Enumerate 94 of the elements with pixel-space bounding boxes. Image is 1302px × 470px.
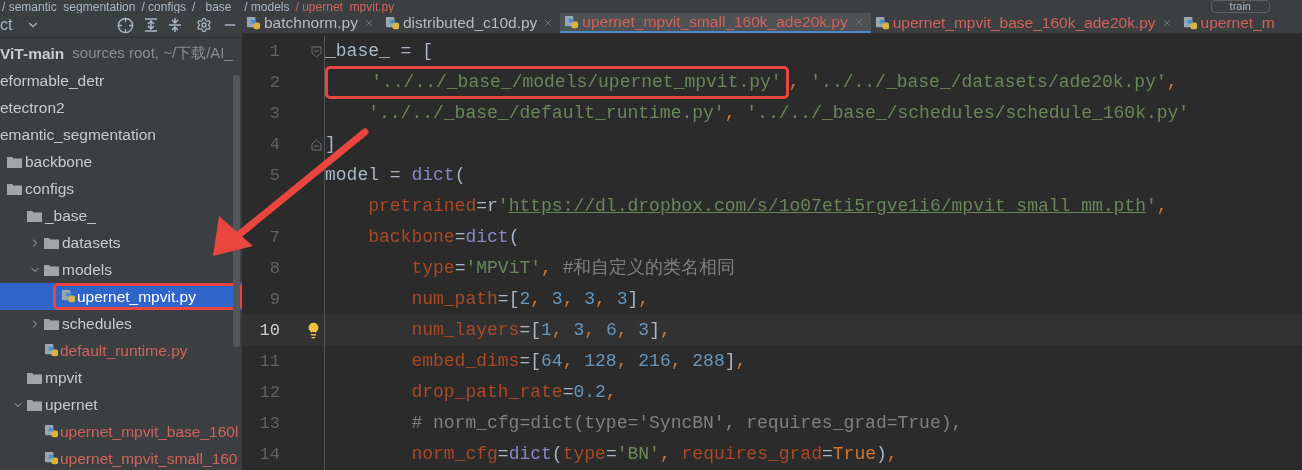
folder-tree-item[interactable]: _base_ [0, 202, 96, 229]
file-name: upernet_mpvit_base_160l [60, 421, 239, 442]
line-number: 14 [259, 445, 280, 464]
tab-label: upernet_m [1200, 13, 1275, 33]
breadcrumb-item[interactable]: / configs [141, 0, 187, 13]
code-line: _base_ = [ [325, 40, 434, 63]
code-line: '../../_base_/models/upernet_mpvit.py' [370, 71, 782, 94]
file-tree-item[interactable]: upernet_mpvit.py [0, 283, 242, 310]
python-file-icon [246, 15, 261, 31]
python-file-icon [44, 424, 59, 439]
line-number: 8 [269, 259, 280, 278]
file-tree-item[interactable]: default_runtime.py [0, 337, 188, 364]
code-line: '../../_base_/default_runtime.py', '../../_base_/schedules/schedule_160k.py' [367, 102, 1190, 125]
line-number: 10 [259, 321, 280, 340]
code-line: norm_cfg=dict(type='BN', requires_grad=True), [410, 443, 898, 466]
folder-icon [44, 317, 59, 330]
line-number: 9 [269, 290, 280, 309]
tab-label: batchnorm.py [264, 13, 358, 33]
folder-tree-item[interactable]: eformable_detr [0, 67, 105, 94]
expand-all-icon[interactable] [144, 17, 158, 33]
python-file-icon [874, 15, 890, 31]
folder-icon [27, 209, 42, 222]
line-number: 3 [269, 104, 280, 123]
line-number: 2 [269, 73, 280, 92]
breadcrumb-item[interactable]: / semantic_segmentation [2, 0, 136, 13]
file-tree-item[interactable]: upernet_mpvit_small_160 [0, 445, 238, 470]
folder-tree-item[interactable]: configs [0, 175, 75, 202]
python-file-icon [1182, 15, 1198, 31]
breadcrumb-item[interactable]: / upernet_mpvit.py [295, 0, 395, 13]
folder-tree-item[interactable]: etectron2 [0, 94, 65, 121]
python-file-icon [44, 451, 59, 466]
editor-tab[interactable]: batchnorm.py [242, 13, 381, 33]
code-line: # norm_cfg=dict(type='SyncBN', requires_grad=True), [410, 412, 963, 435]
code-line: type='MPViT', #和自定义的类名相同 [410, 257, 736, 280]
folder-tree-item[interactable]: ViT-main sources root, ~/下载/AI_ [0, 40, 233, 67]
folder-tree-item[interactable]: schedules [0, 310, 132, 337]
folder-tree-item[interactable]: mpvit [0, 364, 83, 391]
line-number: 12 [259, 383, 280, 402]
folder-name: _base_ [45, 205, 96, 226]
code-line: , '../../_base_/datasets/ade20k.py', [788, 71, 1178, 94]
folder-icon [44, 236, 59, 249]
panel-title[interactable]: ct [0, 13, 13, 37]
python-file-icon [61, 289, 76, 304]
code-line: embed_dims=[64, 128, 216, 288], [410, 350, 747, 373]
scrollbar-thumb[interactable] [233, 75, 240, 347]
locate-icon[interactable] [117, 16, 134, 34]
code-line: num_path=[2, 3, 3, 3], [410, 288, 650, 311]
line-number: 5 [269, 166, 280, 185]
folder-tree-item[interactable]: upernet [0, 391, 98, 418]
fold-start-icon[interactable] [311, 45, 322, 58]
python-file-icon [384, 15, 400, 31]
line-number: 11 [259, 352, 280, 371]
file-name: upernet_mpvit_small_160 [60, 448, 238, 469]
breadcrumb-item[interactable]: / models [244, 0, 290, 13]
file-tree-item[interactable]: upernet_mpvit_base_160l [0, 418, 239, 445]
editor-tab[interactable]: upernet_m [1178, 13, 1281, 33]
code-line: num_layers=[1, 3, 6, 3], [410, 319, 671, 342]
folder-tree-item[interactable]: datasets [0, 229, 121, 256]
python-file-icon [564, 14, 580, 30]
code-line: model = dict( [325, 164, 466, 187]
folder-tree-item[interactable]: emantic_segmentation [0, 121, 156, 148]
folder-tree-item[interactable]: models [0, 256, 112, 283]
fold-end-icon[interactable] [311, 138, 322, 151]
folder-name: datasets [62, 232, 121, 253]
python-file-icon [44, 343, 59, 358]
file-name: default_runtime.py [60, 340, 188, 361]
code-line: backbone=dict( [367, 226, 520, 249]
folder-icon [44, 263, 59, 276]
folder-name: mpvit [45, 367, 83, 388]
line-number: 7 [269, 228, 280, 247]
editor-tab[interactable]: distributed_c10d.py [380, 13, 561, 33]
folder-icon [27, 371, 42, 384]
folder-name: backbone [25, 151, 93, 172]
folder-name: models [62, 259, 112, 280]
line-number: 1 [269, 42, 280, 61]
tab-label: distributed_c10d.py [402, 13, 538, 33]
folder-name: upernet [45, 394, 98, 415]
collapse-all-icon[interactable] [168, 17, 182, 33]
folder-name: configs [25, 178, 75, 199]
folder-name: ViT-main [0, 43, 65, 64]
folder-icon [7, 155, 22, 168]
folder-name: schedules [62, 313, 132, 334]
folder-icon [27, 398, 42, 411]
line-number: 4 [269, 135, 280, 154]
code-line: ] [325, 133, 336, 156]
settings-icon[interactable] [196, 17, 212, 33]
folder-icon [7, 182, 22, 195]
tree-note: sources root, ~/下载/AI_ [72, 43, 233, 64]
breadcrumb-item[interactable]: / _base_ [192, 0, 239, 13]
line-number: 13 [259, 414, 280, 433]
code-line: drop_path_rate=0.2, [410, 381, 617, 404]
folder-tree-item[interactable]: backbone [0, 148, 93, 175]
code-line: pretrained=r'https://dl.dropbox.com/s/1o07eti5rgve1i6/mpvit_small_mm.pth', [367, 195, 1168, 218]
file-name: upernet_mpvit.py [77, 286, 196, 307]
